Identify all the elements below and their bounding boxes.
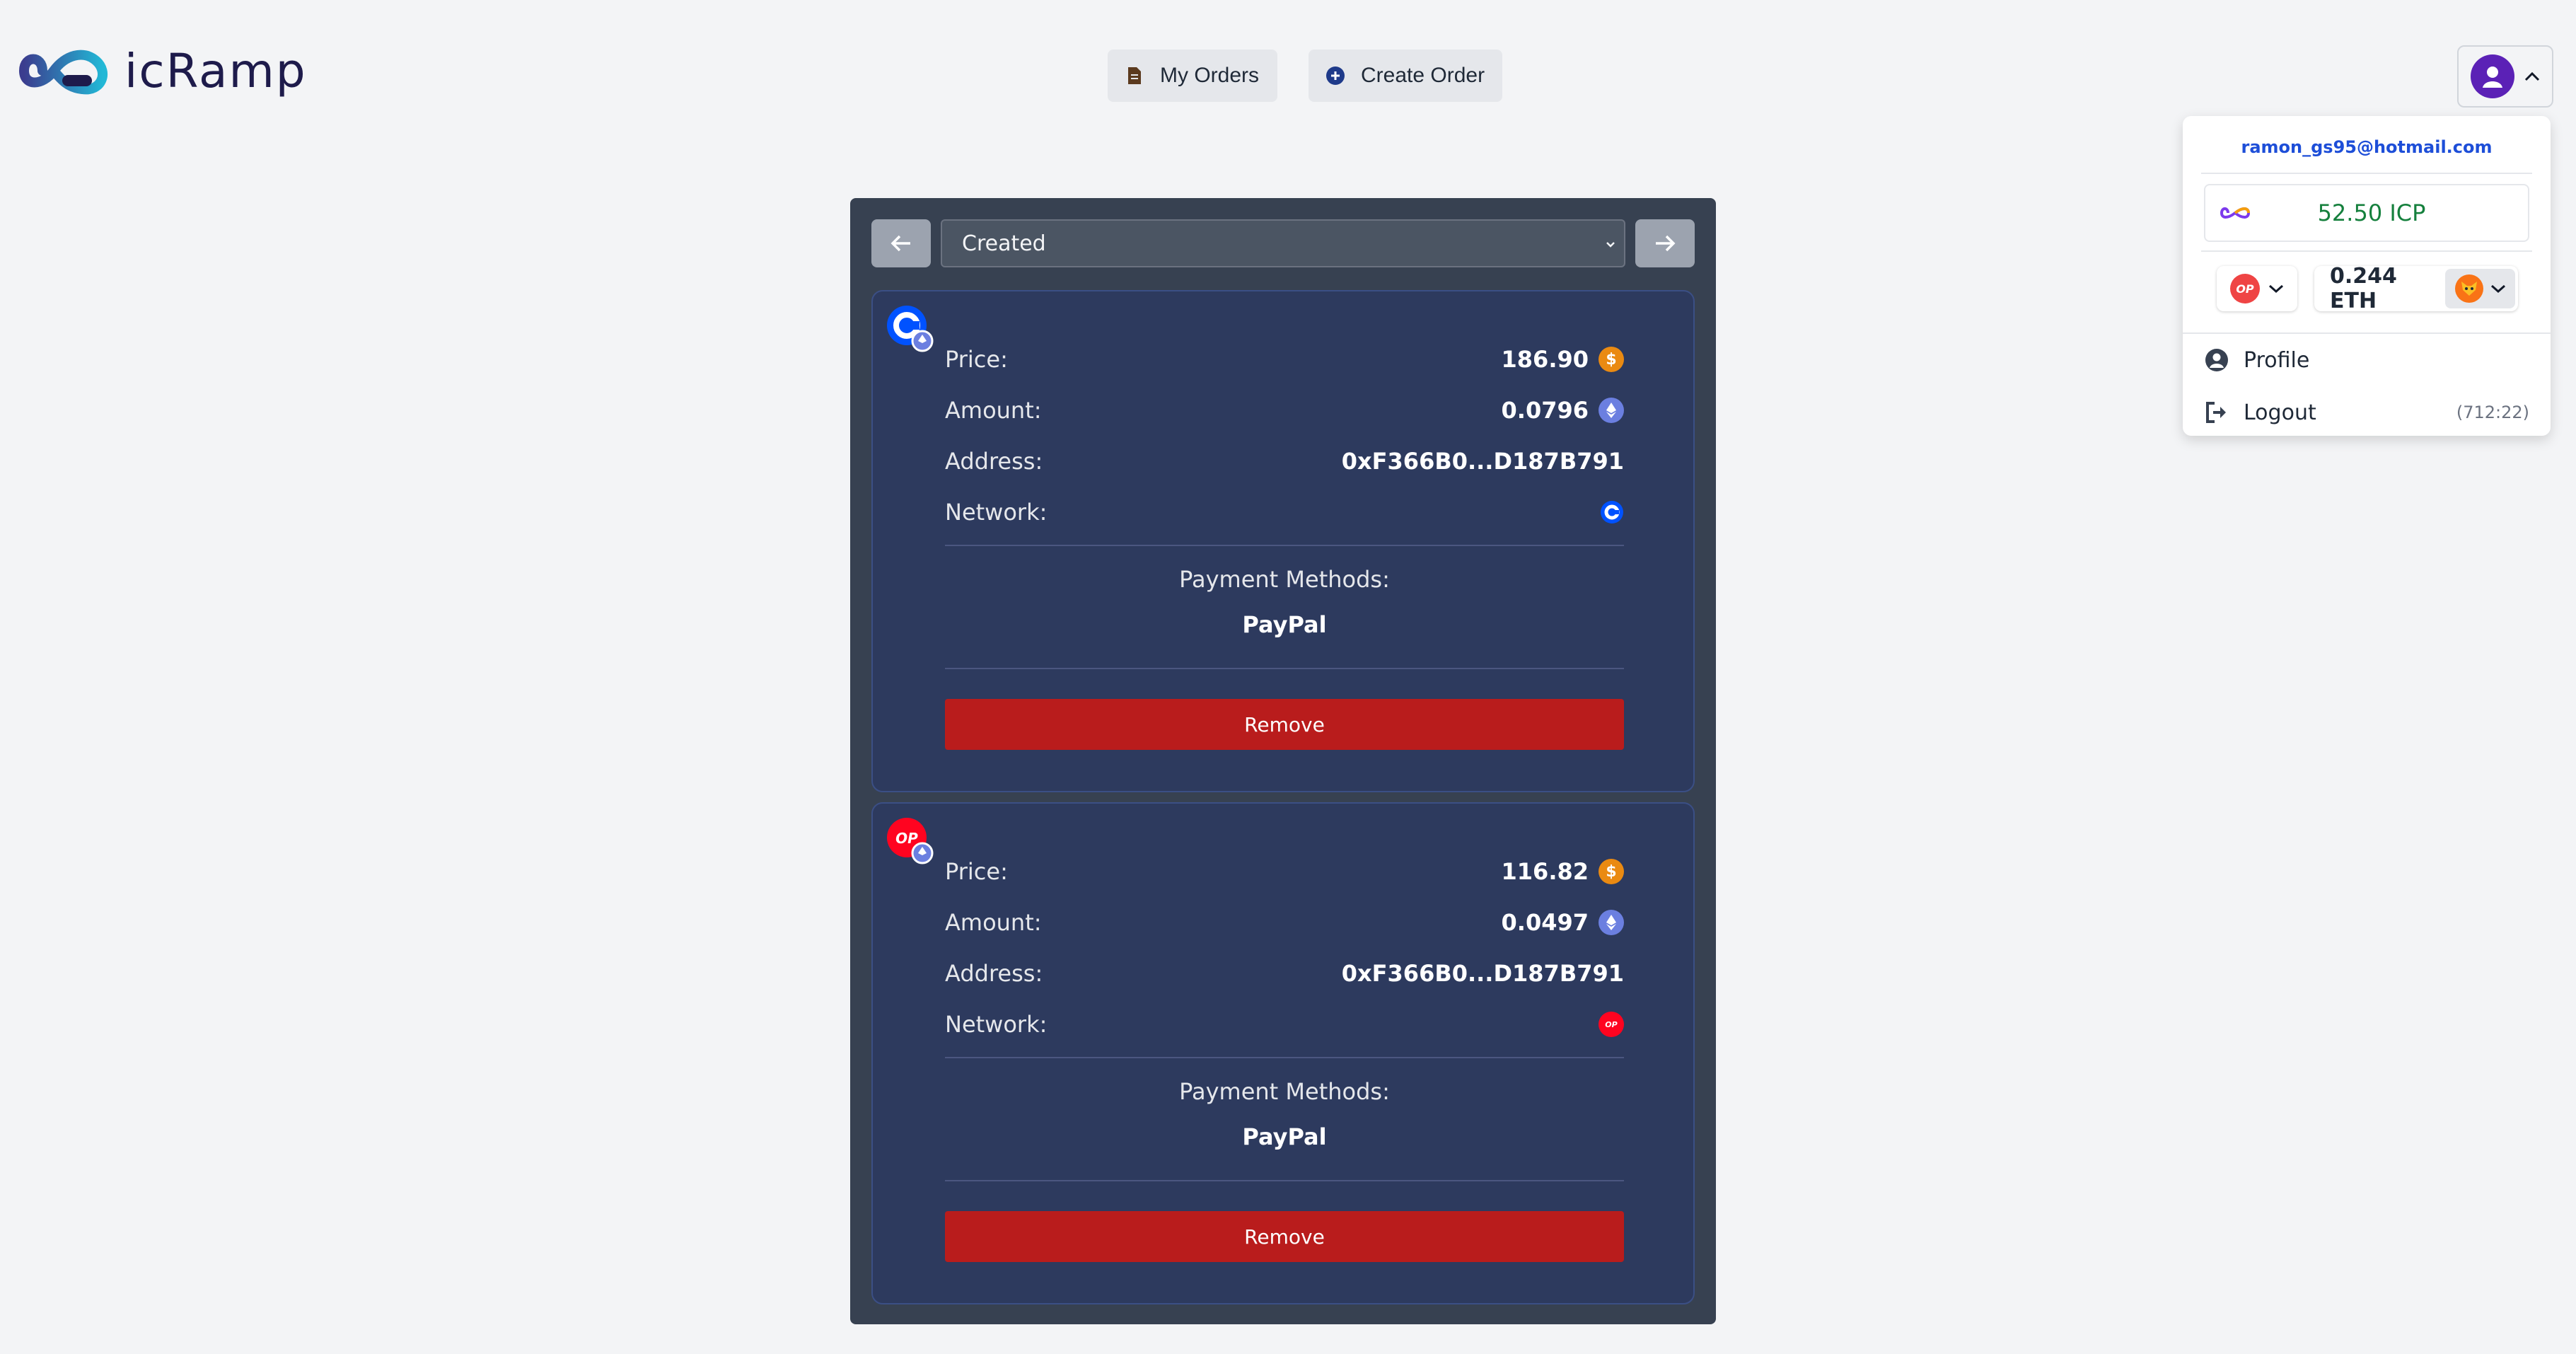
optimism-icon: OP — [1599, 1012, 1624, 1037]
prev-page-button[interactable] — [871, 219, 931, 267]
eth-icon — [1599, 910, 1624, 935]
arrow-left-icon — [890, 235, 910, 252]
remove-order-button[interactable]: Remove — [945, 1211, 1624, 1262]
icp-balance-box: 52.50 ICP — [2204, 184, 2529, 242]
divider — [945, 1180, 1624, 1181]
my-orders-button[interactable]: My Orders — [1108, 50, 1277, 102]
remove-order-button[interactable]: Remove — [945, 699, 1624, 750]
amount-value: 0.0796 — [1501, 397, 1589, 424]
order-card: Price: 186.90 $ Amount: 0.0796 Address: 0… — [871, 290, 1695, 792]
price-row: Price: 116.82 $ — [945, 855, 1624, 889]
address-value[interactable]: 0xF366B0...D187B791 — [1342, 960, 1624, 987]
chevron-down-icon — [2490, 284, 2505, 294]
user-dropdown: ramon_gs95@hotmail.com 52.50 ICP OP 0.24… — [2183, 116, 2551, 436]
chevron-up-icon — [2524, 71, 2540, 81]
amount-label: Amount: — [945, 397, 1042, 424]
address-label: Address: — [945, 448, 1043, 475]
price-value: 186.90 — [1501, 346, 1589, 373]
payment-methods-label: Payment Methods: — [1179, 566, 1390, 593]
divider — [945, 668, 1624, 669]
icp-balance: 52.50 ICP — [2317, 199, 2426, 226]
session-timer: (712:22) — [2456, 403, 2529, 422]
price-label: Price: — [945, 346, 1008, 373]
network-selector[interactable]: OP — [2217, 266, 2297, 311]
brand-logo[interactable]: icRamp — [18, 40, 307, 102]
amount-row: Amount: 0.0497 — [945, 905, 1624, 939]
status-filter-value: Created — [962, 231, 1046, 256]
amount-value: 0.0497 — [1501, 909, 1589, 936]
usd-coin-icon: $ — [1599, 859, 1624, 884]
arrow-right-icon — [1656, 235, 1676, 252]
address-label: Address: — [945, 960, 1043, 987]
base-network-icon — [1601, 501, 1623, 523]
optimism-network-icon: OP — [887, 818, 934, 864]
infinity-logo-icon — [18, 50, 108, 95]
amount-label: Amount: — [945, 909, 1042, 936]
user-menu-button[interactable] — [2457, 45, 2553, 108]
document-icon — [1125, 66, 1144, 86]
logout-menu-item[interactable]: Logout (712:22) — [2204, 395, 2529, 430]
price-label: Price: — [945, 858, 1008, 885]
user-email[interactable]: ramon_gs95@hotmail.com — [2183, 137, 2551, 157]
address-row: Address: 0xF366B0...D187B791 — [945, 444, 1624, 478]
divider — [2201, 250, 2532, 252]
next-page-button[interactable] — [1635, 219, 1695, 267]
address-row: Address: 0xF366B0...D187B791 — [945, 956, 1624, 990]
avatar-icon — [2471, 54, 2514, 98]
amount-row: Amount: 0.0796 — [945, 393, 1624, 427]
base-network-icon — [887, 306, 934, 352]
divider — [945, 545, 1624, 546]
svg-text:OP: OP — [895, 830, 918, 847]
eth-balance: 0.244 ETH — [2330, 264, 2397, 313]
status-filter-select[interactable]: Created — [941, 219, 1625, 267]
profile-label: Profile — [2244, 347, 2310, 373]
divider — [2183, 332, 2551, 334]
divider — [2201, 173, 2532, 174]
payment-method-value: PayPal — [1242, 611, 1327, 638]
plus-circle-icon — [1325, 66, 1345, 86]
divider — [945, 1057, 1624, 1058]
user-circle-icon — [2204, 347, 2229, 373]
create-order-label: Create Order — [1361, 64, 1485, 87]
network-row: Network: — [945, 495, 1624, 529]
network-row: Network: OP — [945, 1007, 1624, 1041]
network-label: Network: — [945, 1011, 1048, 1038]
orders-panel: Created Price: 186.90 $ Amount: 0.0796 Ad… — [850, 198, 1716, 1324]
wallet-selector[interactable]: 0.244 ETH — [2314, 264, 2518, 313]
icp-infinity-icon — [2220, 207, 2251, 219]
order-card: OP Price: 116.82 $ Amount: 0.0497 Address… — [871, 802, 1695, 1304]
network-label: Network: — [945, 499, 1048, 526]
wallet-toggle[interactable] — [2445, 269, 2515, 308]
profile-menu-item[interactable]: Profile — [2204, 342, 2529, 378]
chevron-down-icon — [2269, 284, 2283, 294]
optimism-icon: OP — [2230, 274, 2260, 303]
create-order-button[interactable]: Create Order — [1309, 50, 1502, 102]
usd-coin-icon: $ — [1599, 347, 1624, 372]
eth-icon — [1599, 398, 1624, 423]
brand-name: icRamp — [124, 43, 307, 98]
my-orders-label: My Orders — [1160, 64, 1260, 87]
logout-icon — [2204, 400, 2229, 425]
logout-label: Logout — [2244, 400, 2316, 425]
chevron-down-icon — [1606, 242, 1615, 248]
price-value: 116.82 — [1501, 858, 1589, 885]
payment-method-value: PayPal — [1242, 1123, 1327, 1150]
metamask-icon — [2454, 274, 2483, 303]
address-value[interactable]: 0xF366B0...D187B791 — [1342, 448, 1624, 475]
payment-methods-label: Payment Methods: — [1179, 1078, 1390, 1105]
price-row: Price: 186.90 $ — [945, 342, 1624, 376]
